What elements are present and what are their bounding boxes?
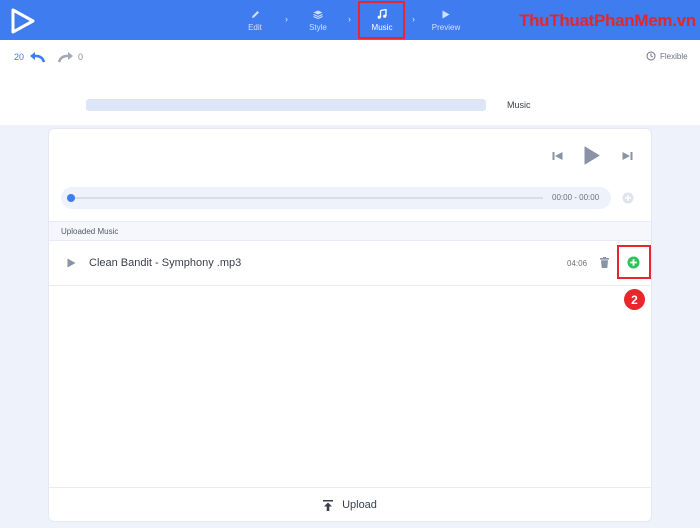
chevron-right-icon: ›	[285, 14, 288, 24]
editor-toolbar: 20 0 Flexible Music	[0, 40, 700, 125]
redo-icon[interactable]	[58, 51, 74, 63]
step-style[interactable]: Style	[293, 0, 343, 40]
seek-track	[73, 197, 543, 199]
upload-button[interactable]: Upload	[49, 487, 651, 522]
undo-count: 20	[14, 52, 25, 62]
seek-bar[interactable]: 00:00 - 00:00	[61, 187, 611, 209]
upload-label: Upload	[342, 499, 377, 511]
step-preview[interactable]: Preview	[421, 0, 471, 40]
previous-track-icon[interactable]	[552, 151, 563, 161]
chevron-right-icon: ›	[348, 14, 351, 24]
timeline-progress-bar	[86, 99, 486, 111]
uploaded-music-header: Uploaded Music	[49, 221, 651, 241]
section-label: Music	[507, 100, 531, 110]
pencil-icon	[251, 9, 260, 20]
flexible-mode-label[interactable]: Flexible	[660, 52, 688, 61]
trash-icon[interactable]	[600, 257, 609, 268]
track-play-icon[interactable]	[67, 258, 76, 268]
layers-icon	[313, 9, 323, 20]
list-item[interactable]: Clean Bandit - Symphony .mp3 04:06	[49, 241, 651, 286]
uploaded-music-title: Uploaded Music	[61, 227, 119, 236]
step-preview-label: Preview	[431, 22, 461, 32]
add-circle-icon[interactable]	[622, 192, 634, 204]
app-logo-icon[interactable]	[10, 8, 36, 34]
top-navigation-bar: Edit › Style › Music › Preview ThuThuatP…	[0, 0, 700, 40]
play-button-icon[interactable]	[584, 146, 600, 165]
track-name: Clean Bandit - Symphony .mp3	[89, 257, 242, 269]
step-style-label: Style	[309, 22, 327, 32]
chevron-right-icon: ›	[412, 14, 415, 24]
add-track-highlight	[617, 245, 651, 279]
next-track-icon[interactable]	[622, 151, 633, 161]
track-duration: 04:06	[567, 259, 588, 268]
music-step-highlight	[358, 1, 405, 39]
playback-time: 00:00 - 00:00	[552, 193, 600, 202]
music-panel: 00:00 - 00:00 Uploaded Music Clean Bandi…	[48, 128, 652, 522]
step-edit-label: Edit	[248, 22, 262, 32]
callout-badge-2: 2	[624, 289, 645, 310]
play-icon	[442, 9, 450, 20]
clock-icon	[646, 51, 656, 61]
upload-icon	[323, 499, 334, 511]
seek-handle[interactable]	[67, 194, 75, 202]
redo-count: 0	[78, 52, 84, 62]
step-edit[interactable]: Edit	[230, 0, 280, 40]
undo-icon[interactable]	[29, 51, 45, 63]
watermark-brand: ThuThuatPhanMem.vn	[519, 11, 696, 30]
